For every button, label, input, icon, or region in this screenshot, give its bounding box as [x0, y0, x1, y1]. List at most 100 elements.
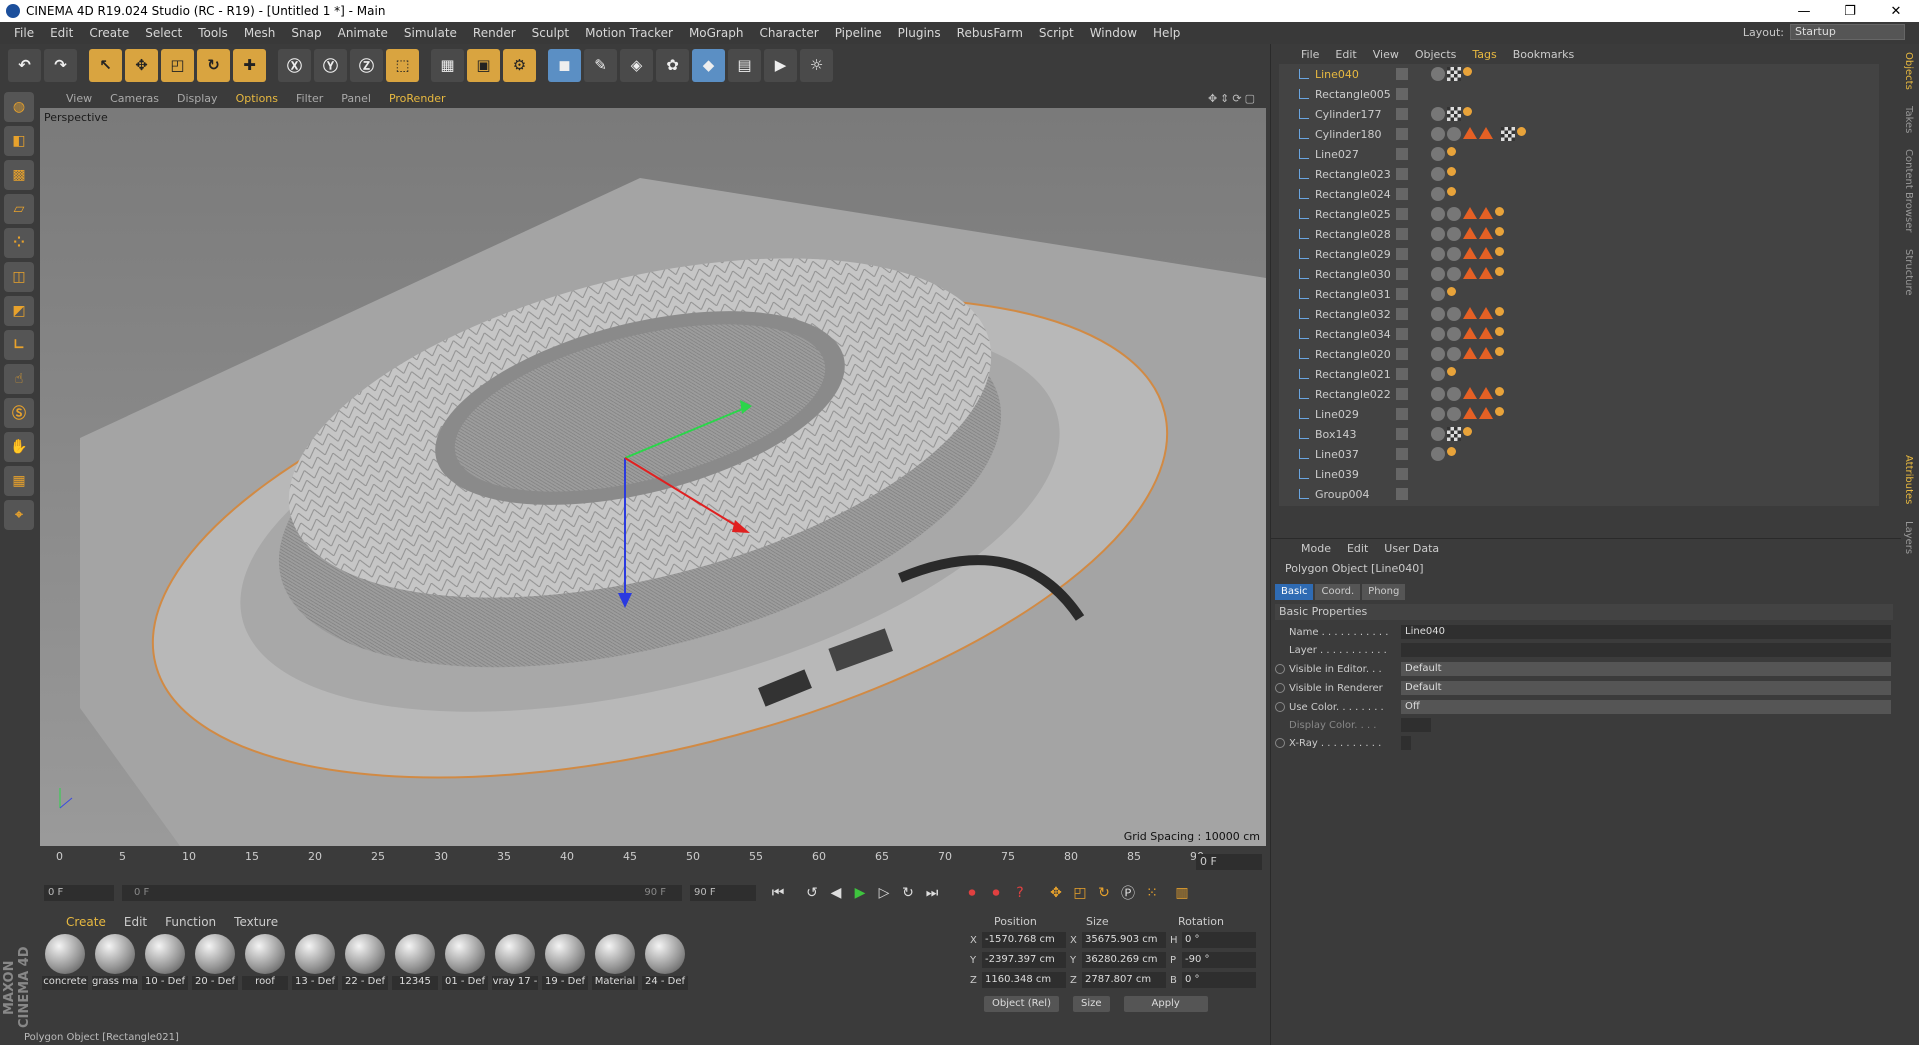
- visibility-toggle-icon[interactable]: [1396, 208, 1408, 220]
- object-name[interactable]: Rectangle020: [1315, 348, 1391, 361]
- menu-mograph[interactable]: MoGraph: [681, 26, 752, 40]
- phong-tag-icon[interactable]: [1479, 227, 1493, 239]
- material-tag-icon[interactable]: [1447, 407, 1461, 421]
- undo-icon[interactable]: ↶: [8, 48, 41, 82]
- prev-key-icon[interactable]: ↺: [800, 881, 824, 905]
- menu-character[interactable]: Character: [751, 26, 826, 40]
- key-rotation-icon[interactable]: ↻: [1092, 881, 1116, 905]
- rotation-b-field[interactable]: 0 °: [1182, 972, 1256, 988]
- phong-tag-icon[interactable]: [1479, 307, 1493, 319]
- menu-create[interactable]: Create: [81, 26, 137, 40]
- key-pla-icon[interactable]: ⁙: [1140, 881, 1164, 905]
- phong-tag-icon[interactable]: [1463, 307, 1477, 319]
- object-name[interactable]: Box143: [1315, 428, 1356, 441]
- visibility-toggle-icon[interactable]: [1396, 148, 1408, 160]
- deformer-icon[interactable]: ◆: [692, 48, 725, 82]
- snap-icon[interactable]: Ⓢ: [4, 398, 34, 428]
- camera-icon[interactable]: ▶: [764, 48, 797, 82]
- material-tag-icon[interactable]: [1431, 347, 1445, 361]
- name-field[interactable]: Line040: [1401, 625, 1891, 639]
- om-menu-bookmarks[interactable]: Bookmarks: [1513, 48, 1574, 61]
- maximize-button[interactable]: ❐: [1827, 0, 1873, 22]
- material-item[interactable]: roof: [242, 934, 288, 1030]
- light-icon[interactable]: ☼: [800, 48, 833, 82]
- phong-tag-icon[interactable]: [1479, 267, 1493, 279]
- object-row[interactable]: Rectangle005: [1279, 84, 1879, 104]
- object-name[interactable]: Group004: [1315, 488, 1369, 501]
- vp-menu-options[interactable]: Options: [236, 92, 278, 105]
- workplane-icon[interactable]: ▱: [4, 194, 34, 224]
- rotate-icon[interactable]: ↻: [197, 48, 230, 82]
- attr-menu-user-data[interactable]: User Data: [1384, 542, 1439, 555]
- phong-tag-icon[interactable]: [1479, 247, 1493, 259]
- rotation-h-field[interactable]: 0 °: [1182, 932, 1256, 948]
- object-name[interactable]: Rectangle025: [1315, 208, 1391, 221]
- render-picture-viewer-icon[interactable]: ▣: [467, 48, 500, 82]
- object-name[interactable]: Rectangle030: [1315, 268, 1391, 281]
- menu-window[interactable]: Window: [1082, 26, 1145, 40]
- viewport-nav-icons[interactable]: ✥⇕⟳▢: [1208, 92, 1258, 105]
- menu-edit[interactable]: Edit: [42, 26, 81, 40]
- phong-tag-icon[interactable]: [1463, 127, 1477, 139]
- texture-tag-icon[interactable]: [1447, 427, 1461, 441]
- side-tab-content-browser[interactable]: Content Browser: [1903, 149, 1914, 232]
- mat-menu-function[interactable]: Function: [165, 915, 216, 929]
- position-x-field[interactable]: -1570.768 cm: [982, 932, 1066, 948]
- material-tag-icon[interactable]: [1447, 127, 1461, 141]
- polygons-mode-icon[interactable]: ◩: [4, 296, 34, 326]
- goto-end-icon[interactable]: ⏭: [920, 881, 944, 905]
- subdivision-icon[interactable]: ◈: [620, 48, 653, 82]
- timeline-window-icon[interactable]: ▥: [1170, 881, 1194, 905]
- add-object-icon[interactable]: ✚: [233, 48, 266, 82]
- object-row[interactable]: Rectangle030: [1279, 264, 1879, 284]
- object-name[interactable]: Line027: [1315, 148, 1359, 161]
- vp-menu-display[interactable]: Display: [177, 92, 218, 105]
- om-menu-objects[interactable]: Objects: [1415, 48, 1457, 61]
- next-frame-icon[interactable]: ▷: [872, 881, 896, 905]
- om-menu-file[interactable]: File: [1301, 48, 1319, 61]
- timeline[interactable]: 0 5 10 15 20 25 30 35 40 45 50 55 60 65 …: [38, 846, 1266, 876]
- visible-in-editor-dropdown[interactable]: Default: [1401, 662, 1891, 676]
- apply-button[interactable]: Apply: [1123, 996, 1208, 1012]
- object-name[interactable]: Rectangle029: [1315, 248, 1391, 261]
- size-y-field[interactable]: 36280.269 cm: [1082, 952, 1166, 968]
- phong-tag-icon[interactable]: [1479, 407, 1493, 419]
- object-name[interactable]: Line029: [1315, 408, 1359, 421]
- material-item[interactable]: 20 - Def: [192, 934, 238, 1030]
- phong-tag-icon[interactable]: [1463, 207, 1477, 219]
- menu-animate[interactable]: Animate: [330, 26, 396, 40]
- object-name[interactable]: Rectangle028: [1315, 228, 1391, 241]
- material-tag-icon[interactable]: [1431, 247, 1445, 261]
- material-tag-icon[interactable]: [1431, 307, 1445, 321]
- menu-select[interactable]: Select: [137, 26, 190, 40]
- material-item[interactable]: vray 17 -: [492, 934, 538, 1030]
- close-button[interactable]: ✕: [1873, 0, 1919, 22]
- material-tag-icon[interactable]: [1447, 207, 1461, 221]
- end-frame-field[interactable]: 90 F: [690, 885, 756, 901]
- menu-mesh[interactable]: Mesh: [236, 26, 284, 40]
- vp-menu-prorender[interactable]: ProRender: [389, 92, 446, 105]
- y-axis-icon[interactable]: Ⓨ: [314, 48, 347, 82]
- object-row[interactable]: Rectangle028: [1279, 224, 1879, 244]
- object-row[interactable]: Cylinder180: [1279, 124, 1879, 144]
- key-position-icon[interactable]: ✥: [1044, 881, 1068, 905]
- tag-spacer[interactable]: [1495, 127, 1499, 141]
- material-tag-icon[interactable]: [1431, 67, 1445, 81]
- visibility-toggle-icon[interactable]: [1396, 268, 1408, 280]
- menu-help[interactable]: Help: [1145, 26, 1188, 40]
- object-row[interactable]: Cylinder177: [1279, 104, 1879, 124]
- visibility-toggle-icon[interactable]: [1396, 388, 1408, 400]
- object-name[interactable]: Rectangle032: [1315, 308, 1391, 321]
- visibility-toggle-icon[interactable]: [1396, 428, 1408, 440]
- material-tag-icon[interactable]: [1431, 187, 1445, 201]
- render-settings-icon[interactable]: ⚙: [503, 48, 536, 82]
- grid-plane-icon[interactable]: ▦: [4, 466, 34, 496]
- material-tag-icon[interactable]: [1431, 407, 1445, 421]
- object-name[interactable]: Cylinder180: [1315, 128, 1382, 141]
- object-row[interactable]: Line037: [1279, 444, 1879, 464]
- material-tag-icon[interactable]: [1447, 387, 1461, 401]
- material-item[interactable]: 19 - Def: [542, 934, 588, 1030]
- object-row[interactable]: Group004: [1279, 484, 1879, 504]
- visibility-toggle-icon[interactable]: [1396, 348, 1408, 360]
- animate-radio[interactable]: [1275, 683, 1285, 693]
